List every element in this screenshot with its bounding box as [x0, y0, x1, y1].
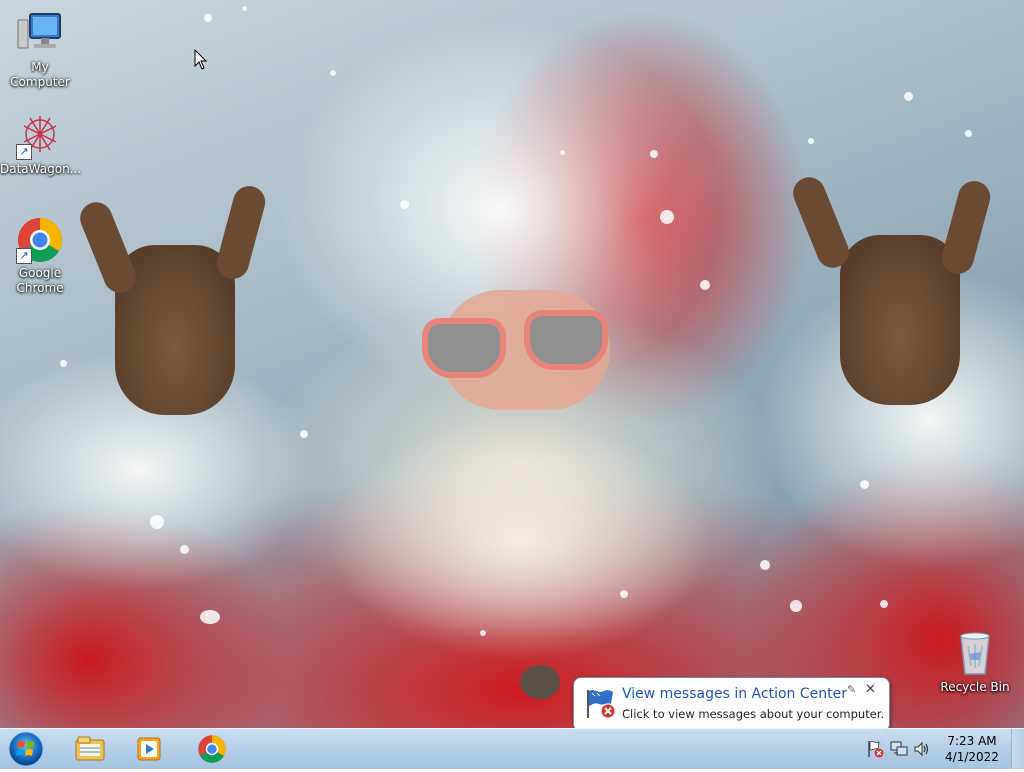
snowflake	[620, 590, 628, 598]
wallpaper-right-finger-1	[788, 172, 854, 273]
recycle-bin-icon	[951, 630, 999, 678]
wallpaper-right-finger-2	[938, 177, 994, 278]
snowflake	[660, 210, 674, 224]
snowflake	[300, 430, 308, 438]
snowflake	[965, 130, 972, 137]
clock-date: 4/1/2022	[945, 750, 999, 764]
taskbar-chrome-button[interactable]	[184, 731, 240, 767]
wallpaper-sunglass-left	[422, 318, 506, 378]
desktop-icon-datawagon[interactable]: ↗ DataWagon...	[0, 112, 82, 177]
network-icon[interactable]	[890, 740, 908, 758]
media-player-icon	[137, 737, 161, 761]
pin-icon[interactable]: ✎	[847, 683, 856, 696]
desktop-icon-my-computer[interactable]: My Computer	[0, 10, 80, 90]
chrome-icon	[198, 735, 226, 763]
action-center-icon[interactable]	[866, 739, 884, 759]
desktop-wallpaper	[0, 0, 1024, 728]
desktop-icon-google-chrome[interactable]: ↗ Google Chrome	[0, 216, 80, 296]
wallpaper-left-finger-2	[213, 182, 269, 283]
snowflake	[700, 280, 710, 290]
shortcut-arrow-icon: ↗	[16, 144, 32, 160]
snowflake	[760, 560, 770, 570]
clock-time: 7:23 AM	[947, 734, 997, 748]
desktop-icon-label: Recycle Bin	[940, 680, 1010, 694]
computer-icon	[16, 10, 64, 58]
volume-icon[interactable]	[913, 740, 931, 758]
taskbar: 7:23 AM 4/1/2022	[0, 728, 1024, 769]
desktop-icon-recycle-bin[interactable]: Recycle Bin	[935, 630, 1015, 695]
wallpaper-button	[520, 665, 560, 699]
chrome-icon: ↗	[16, 216, 64, 264]
action-center-flag-icon	[584, 686, 618, 720]
balloon-body: Click to view messages about your comput…	[622, 707, 885, 721]
wallpaper-sunglass-right	[524, 310, 608, 370]
mouse-cursor-icon	[194, 49, 208, 70]
snowflake	[860, 480, 869, 489]
system-clock[interactable]: 7:23 AM 4/1/2022	[936, 733, 1008, 765]
folder-icon	[75, 736, 105, 761]
action-center-balloon[interactable]: View messages in Action Center Click to …	[573, 677, 890, 744]
taskbar-media-player-button[interactable]	[122, 731, 178, 767]
balloon-title: View messages in Action Center	[622, 686, 847, 702]
start-button[interactable]	[6, 730, 46, 768]
desktop-icon-label: Google Chrome	[16, 266, 64, 295]
snowflake	[180, 545, 189, 554]
snowflake	[204, 14, 212, 22]
desktop-icon-label: DataWagon...	[0, 162, 82, 176]
snowflake	[790, 600, 802, 612]
snowflake	[200, 610, 220, 624]
taskbar-explorer-button[interactable]	[62, 731, 118, 767]
datawagon-icon: ↗	[16, 112, 64, 160]
snowflake	[808, 138, 814, 144]
snowflake	[480, 630, 486, 636]
snowflake	[150, 515, 164, 529]
snowflake	[560, 150, 565, 155]
snowflake	[650, 150, 658, 158]
snowflake	[60, 360, 67, 367]
wallpaper-left-finger-1	[75, 197, 141, 298]
snowflake	[880, 600, 888, 608]
close-icon[interactable]: ✕	[865, 682, 876, 697]
snowflake	[242, 6, 247, 11]
desktop-icon-label: My Computer	[10, 60, 70, 89]
shortcut-arrow-icon: ↗	[16, 248, 32, 264]
snowflake	[904, 92, 913, 101]
snowflake	[330, 70, 336, 76]
show-desktop-button[interactable]	[1011, 729, 1024, 769]
snowflake	[400, 200, 409, 209]
